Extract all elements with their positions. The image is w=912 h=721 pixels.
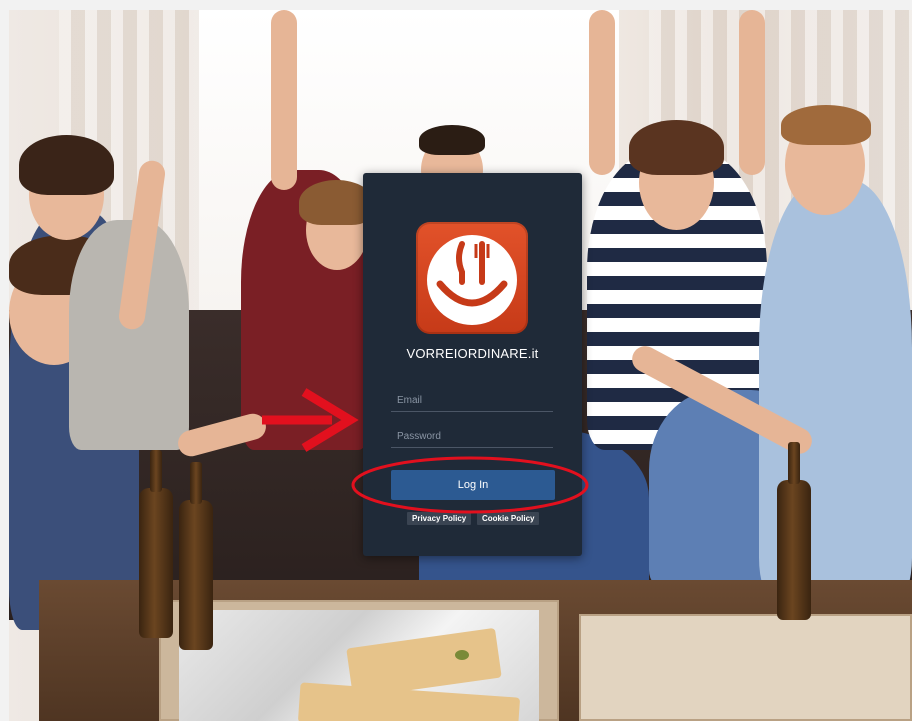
person-5-arm-right <box>739 10 765 175</box>
email-field[interactable] <box>391 390 553 412</box>
beer-bottle <box>777 442 811 620</box>
login-card: VORREIORDINARE.it Log In Privacy Policy … <box>363 173 582 556</box>
privacy-policy-link[interactable]: Privacy Policy <box>407 512 472 525</box>
olive <box>455 650 469 660</box>
person-5-hair <box>629 120 724 175</box>
person-3-arm-up <box>271 10 297 190</box>
person-5-arm-left <box>589 10 615 175</box>
pizza-box-lid <box>579 614 912 721</box>
person-2-hair <box>19 135 114 195</box>
cookie-policy-link[interactable]: Cookie Policy <box>477 512 540 525</box>
brand-name: VORREIORDINARE.it <box>406 346 539 361</box>
beer-bottle <box>179 462 213 650</box>
password-field[interactable] <box>391 426 553 448</box>
beer-bottle <box>139 450 173 638</box>
smiley-fork-knife-icon <box>416 222 528 334</box>
logo-graphic <box>427 235 517 325</box>
person-6-hair <box>781 105 871 145</box>
login-button[interactable]: Log In <box>391 470 555 500</box>
person-4-hair <box>419 125 485 155</box>
